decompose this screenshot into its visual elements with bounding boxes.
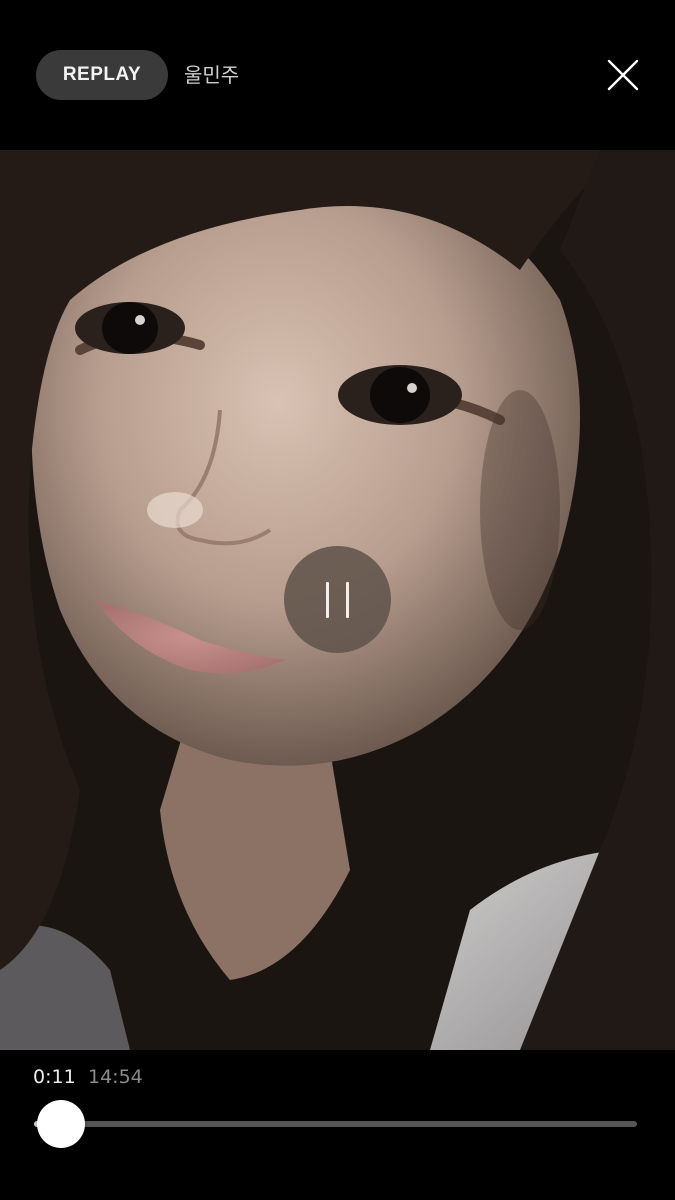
close-button[interactable] <box>600 52 646 98</box>
progress-thumb[interactable] <box>37 1100 85 1148</box>
video-player[interactable] <box>0 150 675 1050</box>
pause-icon <box>326 582 329 618</box>
playback-controls: 0:11 14:54 <box>0 1050 675 1200</box>
pause-button[interactable] <box>284 546 391 653</box>
channel-name[interactable]: 울민주 <box>184 60 239 90</box>
top-bar: REPLAY 울민주 <box>0 0 675 150</box>
total-duration: 14:54 <box>88 1066 143 1088</box>
pause-icon-bar <box>346 582 349 618</box>
close-icon <box>607 59 639 91</box>
progress-track[interactable] <box>34 1100 637 1148</box>
replay-badge: REPLAY <box>36 50 168 100</box>
current-time: 0:11 <box>33 1066 76 1088</box>
